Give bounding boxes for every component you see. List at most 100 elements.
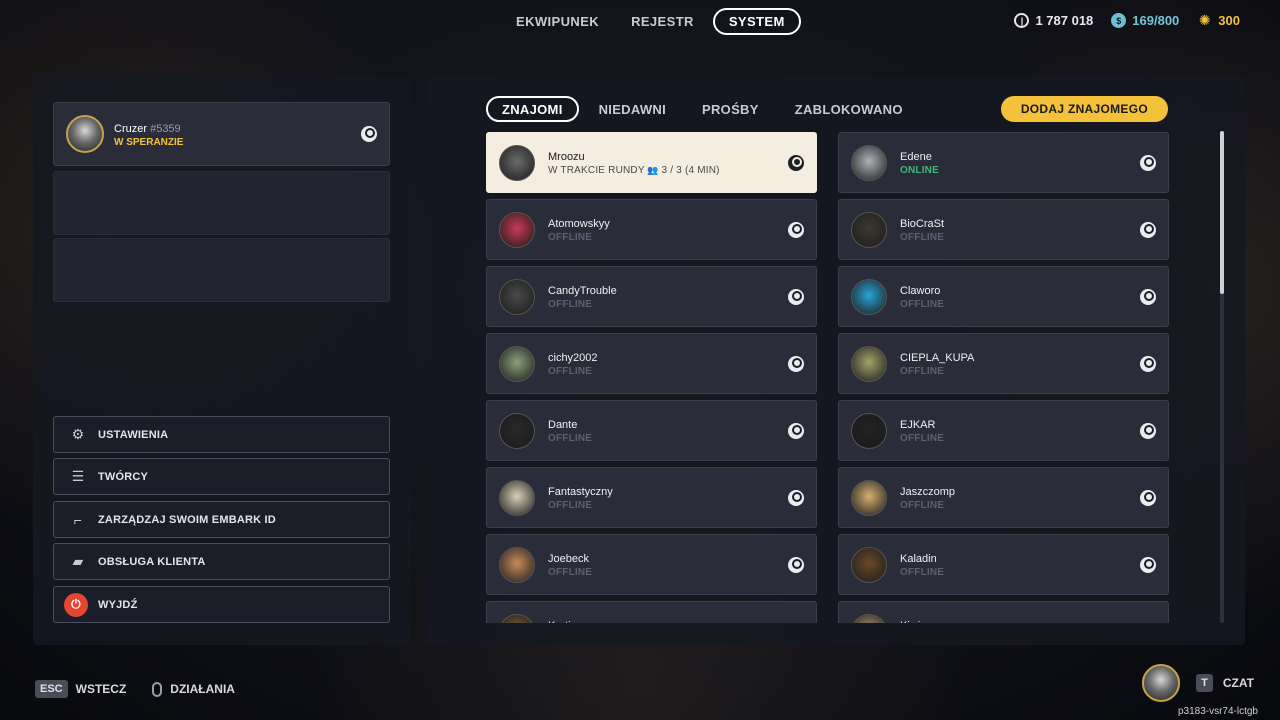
tokens-value: 300 xyxy=(1218,13,1240,28)
friend-status: W TRAKCIE RUNDY 👥 3 / 3 (4 MIN) xyxy=(548,165,720,176)
tab-requests[interactable]: PROŚBY xyxy=(686,96,775,122)
friend-card[interactable]: BioCraSt OFFLINE xyxy=(838,199,1169,260)
steam-icon xyxy=(788,423,804,439)
exit-button[interactable]: ⏻ WYJDŹ xyxy=(53,586,390,623)
esc-key-hint: ESC xyxy=(35,680,68,698)
steam-icon xyxy=(788,490,804,506)
profile-name-line: Cruzer #5359 xyxy=(114,123,181,135)
build-id: p3183-vsr74-lctgb xyxy=(1177,706,1258,717)
avatar xyxy=(851,614,887,623)
left-panel: Cruzer #5359 W SPERANZIE ⚙ USTAWIENIA ☰ … xyxy=(33,76,410,645)
tab-ekwipunek[interactable]: EKWIPUNEK xyxy=(503,8,612,35)
friend-card[interactable]: cichy2002 OFFLINE xyxy=(486,333,817,394)
tokens-icon: ✺ xyxy=(1198,12,1211,28)
friend-status-text: OFFLINE xyxy=(900,567,945,578)
steam-icon xyxy=(788,289,804,305)
chat-key-hint: T xyxy=(1196,674,1213,692)
friend-card[interactable]: KiwiOFFLINE xyxy=(838,601,1169,623)
avatar xyxy=(851,413,887,449)
friend-card[interactable]: Kaladin OFFLINE xyxy=(838,534,1169,595)
friend-card[interactable]: Dante OFFLINE xyxy=(486,400,817,461)
profile-name: Cruzer xyxy=(114,123,148,135)
friend-status: OFFLINE xyxy=(548,567,592,578)
avatar xyxy=(499,346,535,382)
friend-card[interactable]: Edene ONLINE xyxy=(838,132,1169,193)
chat-label[interactable]: CZAT xyxy=(1223,676,1254,690)
party-slot-empty[interactable] xyxy=(53,238,390,302)
profile-tag: #5359 xyxy=(150,123,181,135)
friend-name: Jaszczomp xyxy=(900,486,956,498)
friend-card[interactable]: CandyTrouble OFFLINE xyxy=(486,266,817,327)
avatar xyxy=(499,145,535,181)
avatar xyxy=(499,480,535,516)
embark-id-icon: ⌐ xyxy=(73,511,83,528)
friend-card[interactable]: KartiOFFLINE xyxy=(486,601,817,623)
credits-icon: $ xyxy=(1111,13,1127,28)
actions-label[interactable]: DZIAŁANIA xyxy=(170,682,235,696)
friend-name: Atomowskyy xyxy=(548,218,610,230)
friend-status-text: OFFLINE xyxy=(548,299,593,310)
scrollbar-thumb[interactable] xyxy=(1220,131,1224,294)
party-size: 3 / 3 (4 MIN) xyxy=(661,165,720,176)
friend-status: OFFLINE xyxy=(900,232,944,243)
friend-card[interactable]: CIEPLA_KUPA OFFLINE xyxy=(838,333,1169,394)
gear-icon: ⚙ xyxy=(71,426,85,442)
top-navigation: EKWIPUNEK REJESTR SYSTEM | 1 787 018 $ 1… xyxy=(0,8,1280,36)
friend-card[interactable]: Atomowskyy OFFLINE xyxy=(486,199,817,260)
friend-name: CandyTrouble xyxy=(548,285,617,297)
friend-status: OFFLINE xyxy=(900,567,944,578)
steam-icon xyxy=(1140,356,1156,372)
steam-icon xyxy=(1140,155,1156,171)
friend-card[interactable]: Jaszczomp OFFLINE xyxy=(838,467,1169,528)
friend-status-text: OFFLINE xyxy=(548,232,593,243)
avatar xyxy=(499,547,535,583)
friend-name: Edene xyxy=(900,151,932,163)
manage-embark-id-button[interactable]: ⌐ ZARZĄDZAJ SWOIM EMBARK ID xyxy=(53,501,390,538)
top-tabs: EKWIPUNEK REJESTR SYSTEM xyxy=(503,8,801,35)
avatar xyxy=(499,413,535,449)
tab-friends[interactable]: ZNAJOMI xyxy=(486,96,579,122)
friends-panel: ZNAJOMI NIEDAWNI PROŚBY ZABLOKOWANO DODA… xyxy=(426,76,1245,645)
avatar xyxy=(851,212,887,248)
credits-label: TWÓRCY xyxy=(98,470,149,483)
tab-rejestr[interactable]: REJESTR xyxy=(618,8,707,35)
friends-scrollbar[interactable] xyxy=(1220,131,1224,623)
friend-status-text: OFFLINE xyxy=(548,366,593,377)
friend-card[interactable]: Joebeck OFFLINE xyxy=(486,534,817,595)
friend-card[interactable]: EJKAR OFFLINE xyxy=(838,400,1169,461)
add-friend-button[interactable]: DODAJ ZNAJOMEGO xyxy=(1000,96,1168,122)
friend-status-text: ONLINE xyxy=(900,165,939,176)
profile-card[interactable]: Cruzer #5359 W SPERANZIE xyxy=(53,102,390,166)
tab-recent[interactable]: NIEDAWNI xyxy=(583,96,682,122)
friend-status-text: W TRAKCIE RUNDY xyxy=(548,165,645,176)
friend-status: ONLINE xyxy=(900,165,939,176)
avatar xyxy=(499,614,535,623)
customer-support-button[interactable]: ▰ OBSŁUGA KLIENTA xyxy=(53,543,390,580)
steam-icon xyxy=(1140,222,1156,238)
friend-name: Claworo xyxy=(900,285,941,297)
steam-icon xyxy=(788,155,804,171)
avatar xyxy=(851,547,887,583)
friend-status-text: OFFLINE xyxy=(548,500,593,511)
friend-name: Fantastyczny xyxy=(548,486,613,498)
credits-button[interactable]: ☰ TWÓRCY xyxy=(53,458,390,495)
friends-tabs: ZNAJOMI NIEDAWNI PROŚBY ZABLOKOWANO xyxy=(486,96,919,122)
friend-status-text: OFFLINE xyxy=(548,433,593,444)
tab-blocked[interactable]: ZABLOKOWANO xyxy=(779,96,919,122)
friend-status-text: OFFLINE xyxy=(548,567,593,578)
friend-name: Dante xyxy=(548,419,578,431)
back-label[interactable]: WSTECZ xyxy=(76,682,127,696)
profile-status: W SPERANZIE xyxy=(114,137,184,148)
avatar xyxy=(851,346,887,382)
friend-name: Kiwi xyxy=(900,620,920,623)
friend-card[interactable]: Mroozu W TRAKCIE RUNDY 👥 3 / 3 (4 MIN) xyxy=(486,132,817,193)
friend-card[interactable]: Claworo OFFLINE xyxy=(838,266,1169,327)
friend-status: OFFLINE xyxy=(900,500,944,511)
friend-card[interactable]: Fantastyczny OFFLINE xyxy=(486,467,817,528)
settings-button[interactable]: ⚙ USTAWIENIA xyxy=(53,416,390,453)
tab-system[interactable]: SYSTEM xyxy=(712,8,801,35)
friend-name: EJKAR xyxy=(900,419,936,431)
avatar xyxy=(851,279,887,315)
avatar xyxy=(499,279,535,315)
party-slot-empty[interactable] xyxy=(53,171,390,235)
